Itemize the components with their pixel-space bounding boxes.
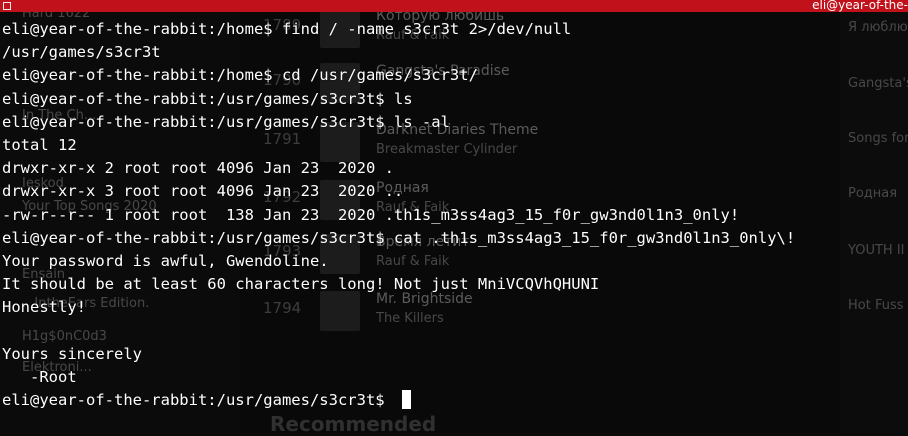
- terminal-line-text: /usr/games/s3cr3t: [2, 43, 161, 62]
- terminal-line: Honestly!: [2, 296, 795, 319]
- terminal-line-text: eli@year-of-the-rabbit:/usr/games/s3cr3t…: [2, 112, 450, 131]
- terminal-cursor[interactable]: [401, 390, 411, 409]
- terminal-line: eli@year-of-the-rabbit:/home$ cd /usr/ga…: [2, 64, 795, 87]
- terminal-line-text: -rw-r--r-- 1 root root 138 Jan 23 2020 .…: [2, 205, 740, 224]
- terminal-line: /usr/games/s3cr3t: [2, 41, 795, 64]
- terminal-line: eli@year-of-the-rabbit:/home$ find / -na…: [2, 18, 795, 41]
- terminal-line-text: eli@year-of-the-rabbit:/usr/games/s3cr3t…: [2, 228, 796, 247]
- terminal-line: drwxr-xr-x 3 root root 4096 Jan 23 2020 …: [2, 180, 795, 203]
- window-title: eli@year-of-the-: [812, 0, 908, 12]
- terminal-line-text: drwxr-xr-x 2 root root 4096 Jan 23 2020 …: [2, 159, 394, 178]
- terminal-output: eli@year-of-the-rabbit:/home$ find / -na…: [2, 18, 795, 412]
- terminal-line: It should be at least 60 characters long…: [2, 273, 795, 296]
- terminal-line-text: -Root: [2, 367, 77, 386]
- terminal-line: eli@year-of-the-rabbit:/usr/games/s3cr3t…: [2, 389, 795, 412]
- terminal-line-text: eli@year-of-the-rabbit:/usr/games/s3cr3t…: [2, 391, 394, 409]
- window-title-bar[interactable]: eli@year-of-the-: [0, 0, 908, 12]
- terminal-line: eli@year-of-the-rabbit:/usr/games/s3cr3t…: [2, 111, 795, 134]
- terminal-line-text: It should be at least 60 characters long…: [2, 275, 600, 294]
- terminal-line-text: total 12: [2, 135, 77, 154]
- terminal-line-text: Yours sincerely: [2, 344, 142, 363]
- terminal-line: eli@year-of-the-rabbit:/usr/games/s3cr3t…: [2, 88, 795, 111]
- terminal-line: eli@year-of-the-rabbit:/usr/games/s3cr3t…: [2, 227, 795, 250]
- terminal-line: drwxr-xr-x 2 root root 4096 Jan 23 2020 …: [2, 157, 795, 180]
- terminal-line: total 12: [2, 134, 795, 157]
- terminal-line-text: eli@year-of-the-rabbit:/home$ cd /usr/ga…: [2, 66, 478, 85]
- terminal-line-text: drwxr-xr-x 3 root root 4096 Jan 23 2020 …: [2, 182, 404, 201]
- terminal-line-text: eli@year-of-the-rabbit:/home$ find / -na…: [2, 20, 572, 38]
- terminal-line: Your password is awful, Gwendoline.: [2, 250, 795, 273]
- terminal-line-text: Honestly!: [2, 298, 86, 317]
- terminal-line: -Root: [2, 366, 795, 389]
- terminal-line-text: eli@year-of-the-rabbit:/usr/games/s3cr3t…: [2, 89, 413, 108]
- terminal-line-text: Your password is awful, Gwendoline.: [2, 251, 329, 270]
- window-icon[interactable]: [3, 2, 11, 10]
- terminal-line: Yours sincerely: [2, 343, 795, 366]
- terminal-window[interactable]: eli@year-of-the-rabbit:/home$ find / -na…: [0, 12, 908, 433]
- terminal-line: -rw-r--r-- 1 root root 138 Jan 23 2020 .…: [2, 204, 795, 227]
